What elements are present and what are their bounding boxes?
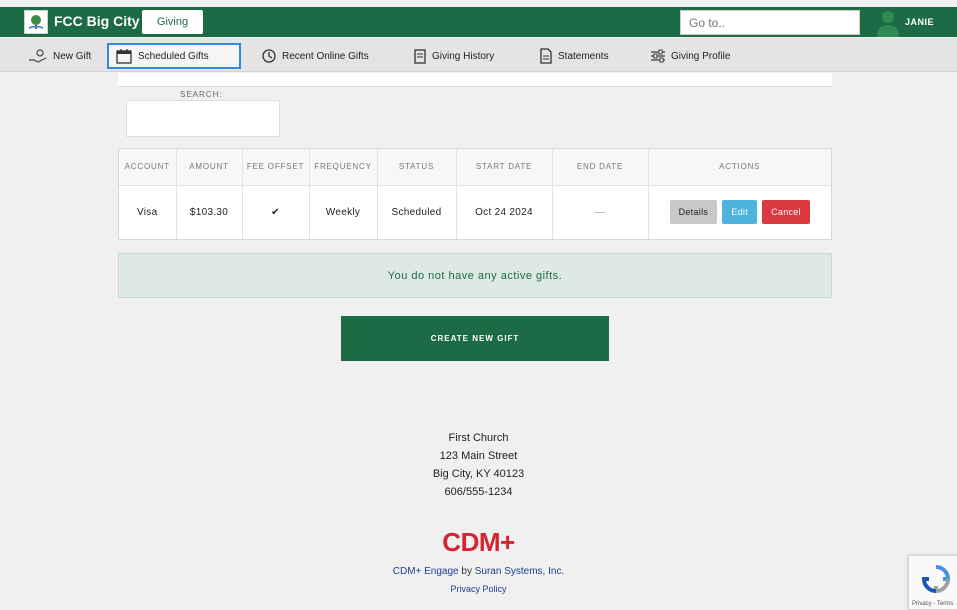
nav-label: Statements: [558, 50, 609, 62]
suran-systems-link[interactable]: Suran Systems, Inc.: [475, 566, 564, 577]
col-fee-offset[interactable]: FEE OFFSET: [242, 149, 310, 186]
search-label: SEARCH:: [180, 90, 223, 99]
church-logo-icon[interactable]: [24, 10, 48, 34]
cell-end-date: —: [552, 185, 649, 239]
col-frequency[interactable]: FREQUENCY: [309, 149, 378, 186]
nav-recent-online-gifts[interactable]: Recent Online Gifts: [255, 43, 375, 69]
app-label-giving[interactable]: Giving: [142, 10, 203, 34]
by-text: by: [458, 566, 475, 577]
edit-button[interactable]: Edit: [722, 200, 757, 225]
top-bar: FCC Big City Giving JANIE: [0, 7, 957, 37]
cell-status: Scheduled: [377, 185, 457, 239]
user-name[interactable]: JANIE: [905, 17, 934, 27]
recaptcha-badge[interactable]: Privacy - Terms: [908, 555, 957, 610]
col-start-date[interactable]: START DATE: [456, 149, 553, 186]
footer-org-name: First Church: [448, 432, 509, 444]
nav-label: Scheduled Gifts: [138, 50, 209, 62]
table-row: Visa $103.30 ✔ Weekly Scheduled Oct 24 2…: [119, 185, 831, 239]
nav-label: New Gift: [53, 50, 92, 62]
details-button[interactable]: Details: [669, 200, 718, 225]
panel-header-strip: [118, 73, 832, 87]
privacy-policy-link[interactable]: Privacy Policy: [0, 584, 957, 594]
cell-frequency: Weekly: [309, 185, 378, 239]
nav-statements[interactable]: Statements: [533, 43, 615, 69]
footer-city: Big City, KY 40123: [432, 468, 525, 480]
col-end-date[interactable]: END DATE: [552, 149, 649, 186]
cancel-button[interactable]: Cancel: [762, 200, 810, 225]
cdm-engage-link[interactable]: CDM+ Engage: [393, 566, 459, 577]
nav-new-gift[interactable]: New Gift: [22, 43, 97, 69]
cell-start-date: Oct 24 2024: [456, 185, 553, 239]
nav-label: Recent Online Gifts: [282, 50, 369, 62]
brand-name[interactable]: FCC Big City: [54, 13, 140, 29]
nav-bar: New Gift Scheduled Gifts Recent Online G…: [0, 38, 957, 72]
col-status[interactable]: STATUS: [377, 149, 457, 186]
nav-label: Giving Profile: [671, 50, 731, 62]
gift-hand-icon: [28, 48, 48, 64]
search-input[interactable]: [126, 100, 280, 137]
cell-account: Visa: [119, 185, 177, 239]
cdm-logo: CDM+: [442, 527, 515, 557]
footer-street: 123 Main Street: [439, 450, 518, 462]
cell-amount: $103.30: [176, 185, 243, 239]
table-header-row: ACCOUNT AMOUNT FEE OFFSET FREQUENCY STAT…: [119, 149, 831, 186]
cell-fee-offset: ✔: [242, 185, 310, 239]
goto-input[interactable]: [680, 10, 860, 35]
nav-label: Giving History: [432, 50, 495, 62]
footer-phone: 606/555-1234: [444, 486, 513, 498]
create-new-gift-button[interactable]: CREATE NEW GIFT: [341, 316, 609, 361]
no-active-gifts-notice: You do not have any active gifts.: [118, 253, 832, 298]
nav-scheduled-gifts[interactable]: Scheduled Gifts: [107, 43, 241, 69]
col-account[interactable]: ACCOUNT: [119, 149, 177, 186]
col-amount[interactable]: AMOUNT: [176, 149, 243, 186]
sliders-icon: [650, 48, 666, 64]
nav-giving-history[interactable]: Giving History: [407, 43, 500, 69]
recaptcha-icon: [921, 564, 951, 599]
history-book-icon: [413, 48, 427, 64]
cell-actions: Details Edit Cancel: [648, 185, 831, 239]
history-icon: [261, 48, 277, 64]
nav-giving-profile[interactable]: Giving Profile: [644, 43, 736, 69]
scheduled-gifts-table: ACCOUNT AMOUNT FEE OFFSET FREQUENCY STAT…: [118, 148, 832, 240]
powered-by: CDM+ Engage by Suran Systems, Inc.: [0, 566, 957, 577]
recaptcha-privacy-terms[interactable]: Privacy - Terms: [912, 601, 953, 607]
calendar-icon: [115, 48, 133, 64]
document-icon: [539, 48, 553, 64]
col-actions: ACTIONS: [648, 149, 831, 186]
